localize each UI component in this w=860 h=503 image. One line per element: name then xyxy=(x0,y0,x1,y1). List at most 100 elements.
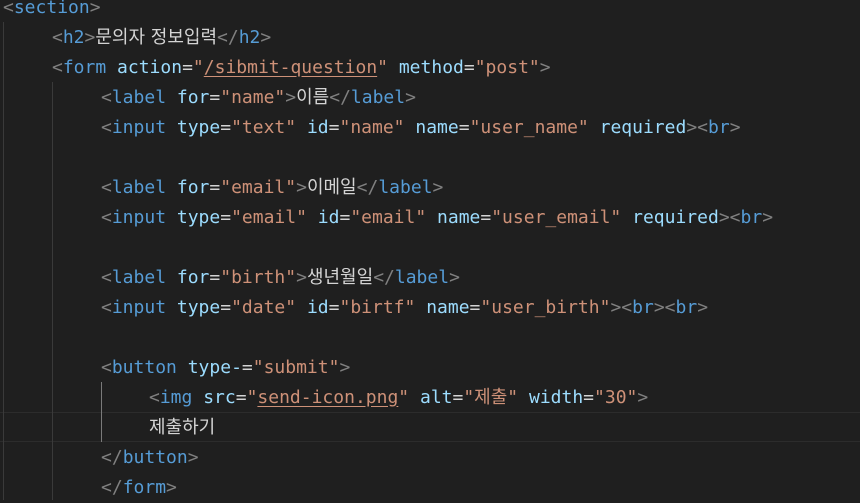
indent-guide xyxy=(3,22,4,500)
code-line[interactable]: <section> xyxy=(3,0,101,23)
code-token: img xyxy=(159,387,193,408)
code-token: > xyxy=(697,297,709,318)
code-line[interactable]: <h2>문의자 정보입력</h2> xyxy=(52,23,271,53)
code-string: "text" xyxy=(231,117,297,138)
code-string: "제출" xyxy=(463,387,519,408)
code-string: "name" xyxy=(220,87,286,108)
code-line[interactable]: <label for="name">이름</label> xyxy=(101,83,416,113)
code-editor[interactable]: <section> <h2>문의자 정보입력</h2> <form action… xyxy=(0,0,860,500)
code-token: input xyxy=(111,207,167,228)
code-token: >< xyxy=(653,297,676,318)
code-string: "user_name" xyxy=(469,117,589,138)
code-token: >< xyxy=(610,297,633,318)
code-token: </ xyxy=(101,447,123,468)
code-token: </ xyxy=(356,177,379,198)
code-token: > xyxy=(449,267,460,288)
code-string: "name" xyxy=(339,117,405,138)
code-token: form xyxy=(62,57,107,78)
code-token: </ xyxy=(101,477,123,498)
code-line[interactable]: <input type="text" id="name" name="user_… xyxy=(101,113,741,143)
code-token: > xyxy=(296,177,307,198)
code-text-heading: 문의자 정보입력 xyxy=(95,27,218,48)
code-attr: for xyxy=(176,177,210,198)
code-attr: alt xyxy=(419,387,453,408)
code-attr: for xyxy=(176,267,210,288)
code-token: > xyxy=(762,207,774,228)
code-token: br xyxy=(708,117,730,138)
code-string: "/sibmit-question" xyxy=(192,57,388,78)
code-line[interactable]: <label for="email">이메일</label> xyxy=(101,173,443,203)
code-token: < xyxy=(3,0,14,18)
code-token: < xyxy=(101,177,112,198)
code-token: input xyxy=(111,297,167,318)
code-token: label xyxy=(111,177,167,198)
code-token: < xyxy=(101,87,112,108)
code-string: "birtf" xyxy=(339,297,416,318)
code-string: "30" xyxy=(594,387,638,408)
code-token: > xyxy=(260,27,272,48)
code-attr: name xyxy=(426,297,470,318)
code-string: "birth" xyxy=(220,267,297,288)
code-token: br xyxy=(675,297,698,318)
code-attr: id xyxy=(306,297,329,318)
code-line[interactable]: <form action="/sibmit-question" method="… xyxy=(52,53,551,83)
code-token: h2 xyxy=(62,27,85,48)
code-token: < xyxy=(101,357,112,378)
code-attr: id xyxy=(306,117,329,138)
code-token: < xyxy=(101,207,112,228)
code-line[interactable]: </button> xyxy=(101,443,199,473)
code-attr: name xyxy=(437,207,481,228)
indent-guide xyxy=(52,82,53,500)
code-string: "email" xyxy=(350,207,427,228)
code-line[interactable]: <label for="birth">생년월일</label> xyxy=(101,263,460,293)
code-token: < xyxy=(52,27,63,48)
code-attr: width xyxy=(528,387,584,408)
code-string: "date" xyxy=(231,297,297,318)
code-line[interactable]: <button type-="submit"> xyxy=(101,353,350,383)
code-token: button xyxy=(111,357,177,378)
code-string: "email" xyxy=(231,207,307,228)
code-token: > xyxy=(405,87,416,108)
code-token: >< xyxy=(718,207,741,228)
code-attr: src xyxy=(203,387,236,408)
code-token: < xyxy=(52,57,63,78)
code-token: label xyxy=(394,267,450,288)
code-token: br xyxy=(740,207,763,228)
code-token: > xyxy=(89,0,101,18)
code-attr: type- xyxy=(187,357,242,378)
code-token: > xyxy=(539,57,551,78)
code-token: section xyxy=(13,0,90,18)
code-attr: required xyxy=(599,117,687,138)
code-token: label xyxy=(111,87,167,108)
code-token: < xyxy=(101,297,112,318)
code-attr: for xyxy=(176,87,210,108)
code-token: > xyxy=(637,387,649,408)
code-token: label xyxy=(111,267,167,288)
code-attr: type xyxy=(176,117,221,138)
code-line[interactable]: </form> xyxy=(101,473,177,503)
code-token: h2 xyxy=(238,27,261,48)
code-token: < xyxy=(149,387,160,408)
code-token: </ xyxy=(329,87,351,108)
code-token: label xyxy=(378,177,433,198)
code-line[interactable]: <img src="send-icon.png" alt="제출" width=… xyxy=(149,383,648,413)
code-token: < xyxy=(101,267,112,288)
code-token: input xyxy=(111,117,167,138)
code-token: > xyxy=(432,177,444,198)
code-token: br xyxy=(632,297,654,318)
code-token: > xyxy=(84,27,96,48)
code-string: "submit" xyxy=(252,357,340,378)
code-line[interactable]: <input type="email" id="email" name="use… xyxy=(101,203,773,233)
code-attr: type xyxy=(176,207,221,228)
code-token: label xyxy=(350,87,406,108)
code-token: > xyxy=(729,117,741,138)
code-token: >< xyxy=(686,117,709,138)
code-text: 이름 xyxy=(296,87,330,108)
code-line[interactable]: <input type="date" id="birtf" name="user… xyxy=(101,293,708,323)
code-string: "send-icon.png" xyxy=(246,387,410,408)
code-token: button xyxy=(122,447,188,468)
code-line[interactable]: 제출하기 xyxy=(149,413,215,443)
code-attr: action xyxy=(117,57,183,78)
current-line-highlight xyxy=(0,412,860,442)
code-attr: required xyxy=(632,207,719,228)
